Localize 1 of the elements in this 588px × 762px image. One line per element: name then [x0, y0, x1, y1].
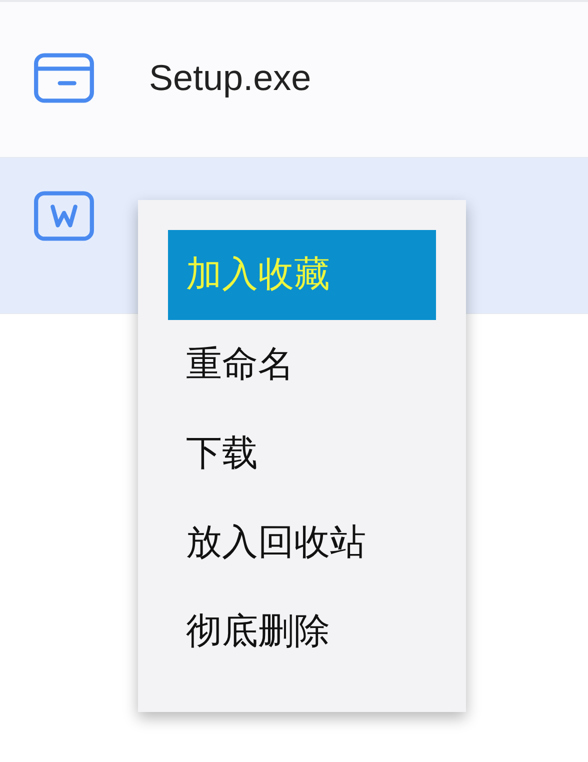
file-name: Setup.exe	[149, 56, 312, 98]
